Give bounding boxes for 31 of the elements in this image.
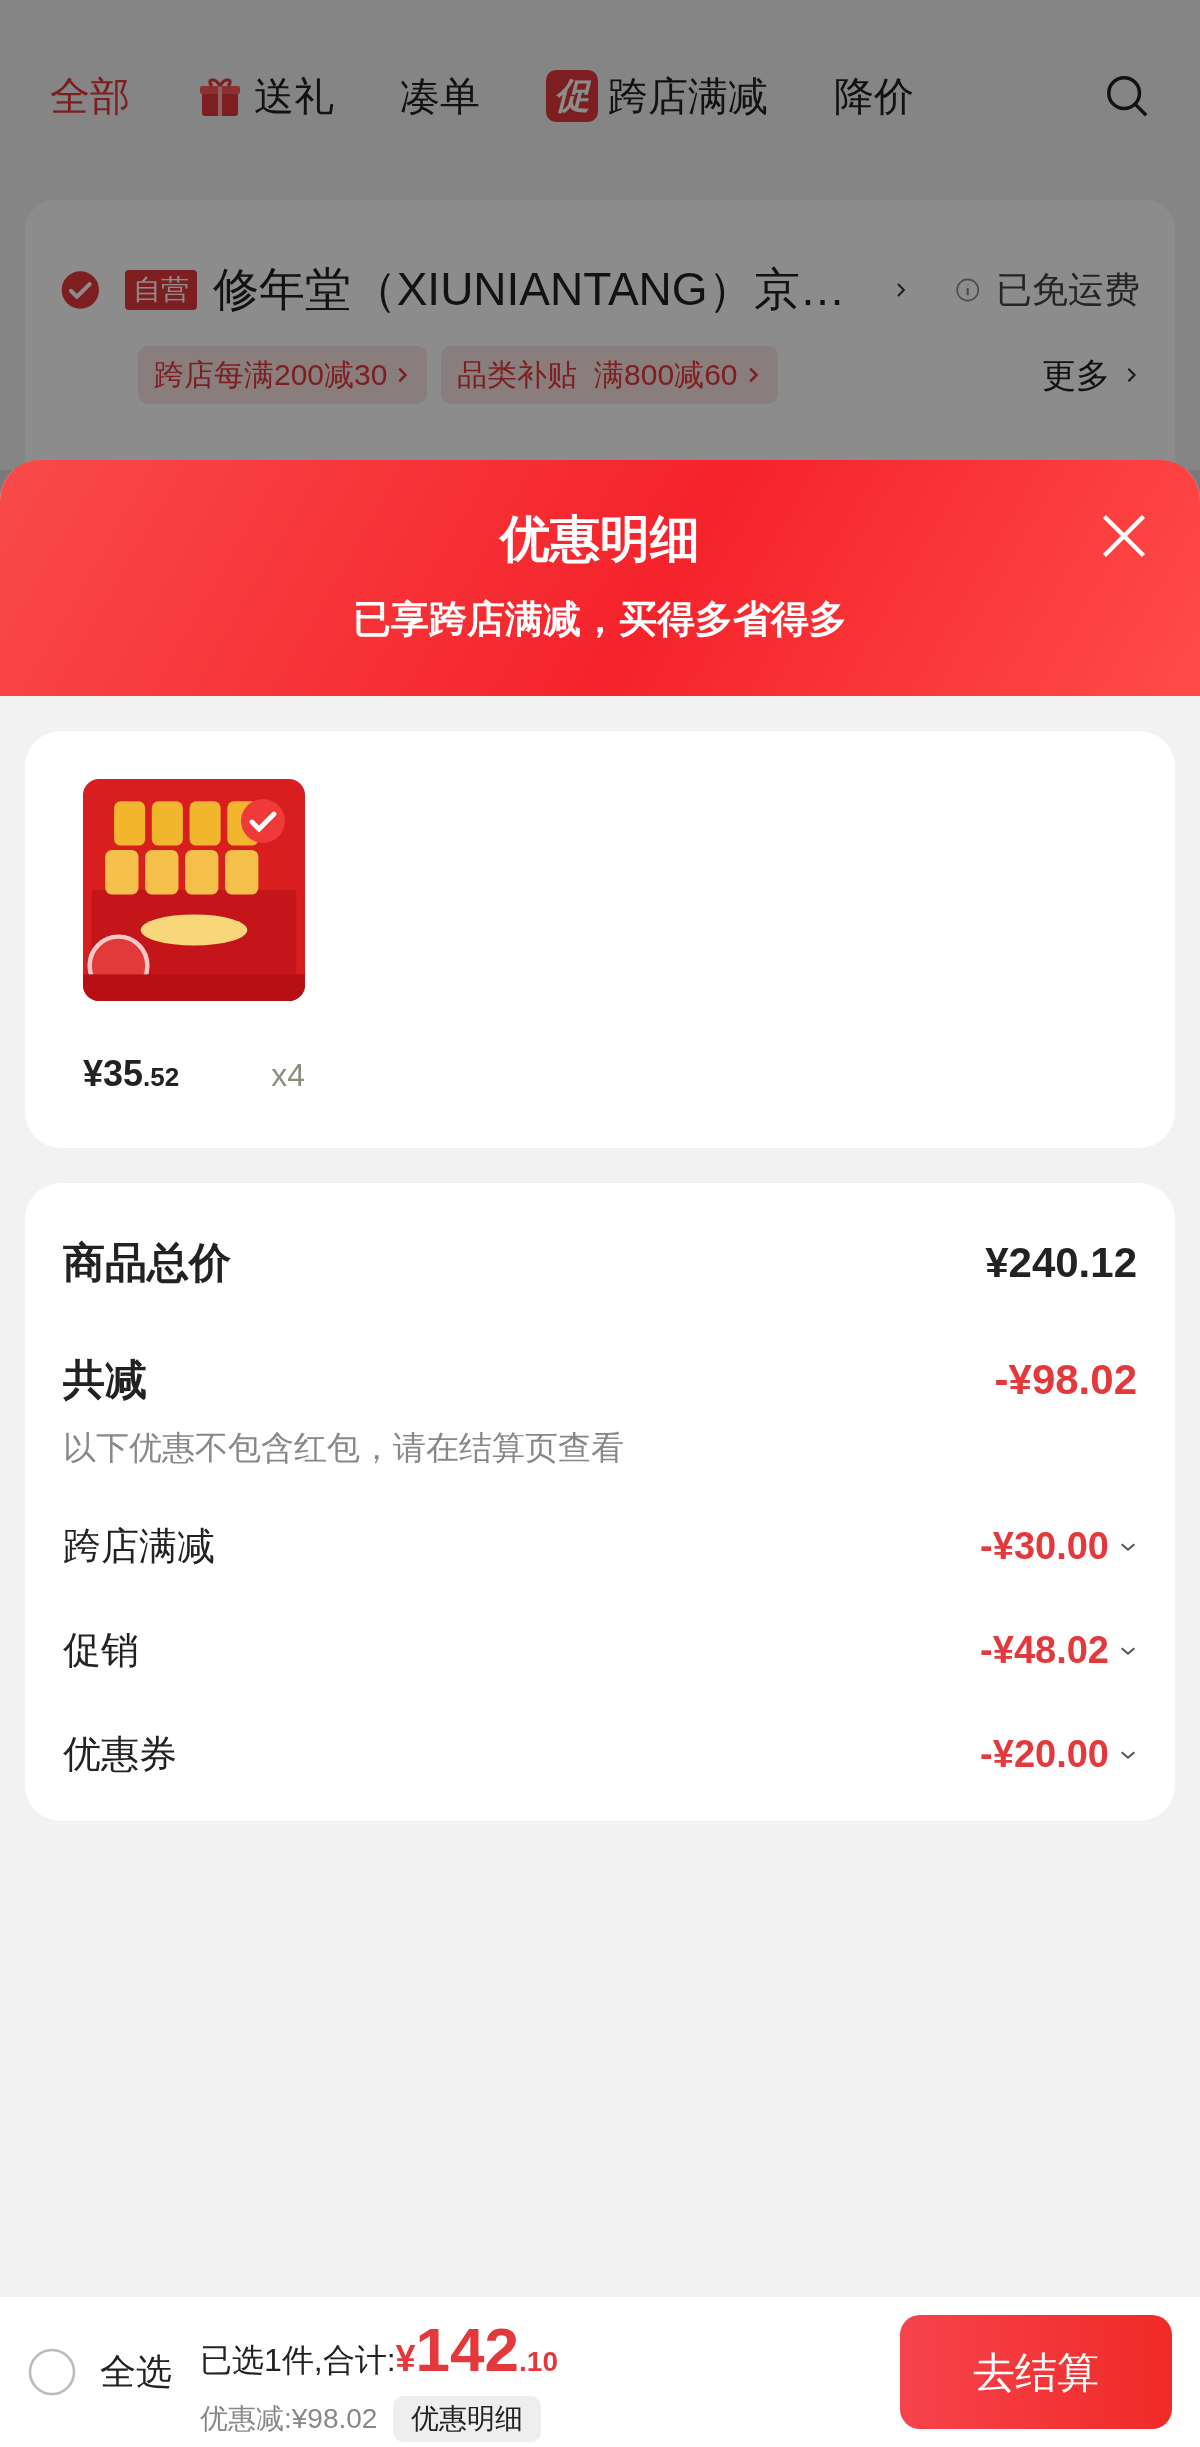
discount-note: 以下优惠不包含红包，请在结算页查看 bbox=[63, 1428, 625, 1468]
store-tag: 自营 bbox=[124, 269, 197, 310]
promo-badge: 促 bbox=[546, 70, 598, 122]
category-tab[interactable]: 送礼 bbox=[196, 66, 334, 126]
unchecked-circle[interactable] bbox=[28, 2348, 76, 2396]
discount-row[interactable]: 跨店满减 -¥30.00 bbox=[63, 1516, 1137, 1577]
total-price: ¥142.10 bbox=[395, 2313, 558, 2386]
select-all-label[interactable]: 全选 bbox=[100, 2345, 172, 2399]
total-amount: ¥240.12 bbox=[985, 1238, 1137, 1288]
discount-detail-button[interactable]: 优惠明细 bbox=[393, 2395, 542, 2442]
sheet-subtitle: 已享跨店满减，买得多省得多 bbox=[353, 597, 847, 642]
store-name[interactable]: 修年堂（XIUNIANTANG）京… bbox=[212, 255, 846, 324]
category-tab[interactable]: 凑单 bbox=[400, 66, 480, 126]
discount-row[interactable]: 优惠券 -¥20.00 bbox=[63, 1724, 1137, 1785]
discount-row[interactable]: 促销 -¥48.02 bbox=[63, 1620, 1137, 1681]
total-label: 商品总价 bbox=[63, 1238, 231, 1288]
category-tab[interactable]: 促 跨店满减 bbox=[546, 66, 768, 126]
product-price: ¥35.52 bbox=[83, 1052, 180, 1096]
discount-amount: -¥98.02 bbox=[994, 1355, 1137, 1405]
category-tab[interactable]: 全部 bbox=[50, 66, 130, 126]
category-tab[interactable]: 降价 bbox=[834, 66, 914, 126]
sheet-title: 优惠明细 bbox=[500, 510, 700, 569]
search-icon[interactable] bbox=[1104, 73, 1150, 119]
product-quantity: x4 bbox=[271, 1056, 305, 1095]
selected-summary: 已选1件,合计: bbox=[200, 2340, 396, 2380]
checkout-button[interactable]: 去结算 bbox=[900, 2315, 1172, 2429]
discount-label: 共减 bbox=[63, 1355, 147, 1405]
saved-amount: 优惠减:¥98.02 bbox=[200, 2401, 378, 2436]
more-link[interactable]: 更多 bbox=[1042, 349, 1140, 401]
shipping-label: 已免运费 bbox=[996, 267, 1140, 312]
checked-icon[interactable] bbox=[239, 797, 287, 845]
